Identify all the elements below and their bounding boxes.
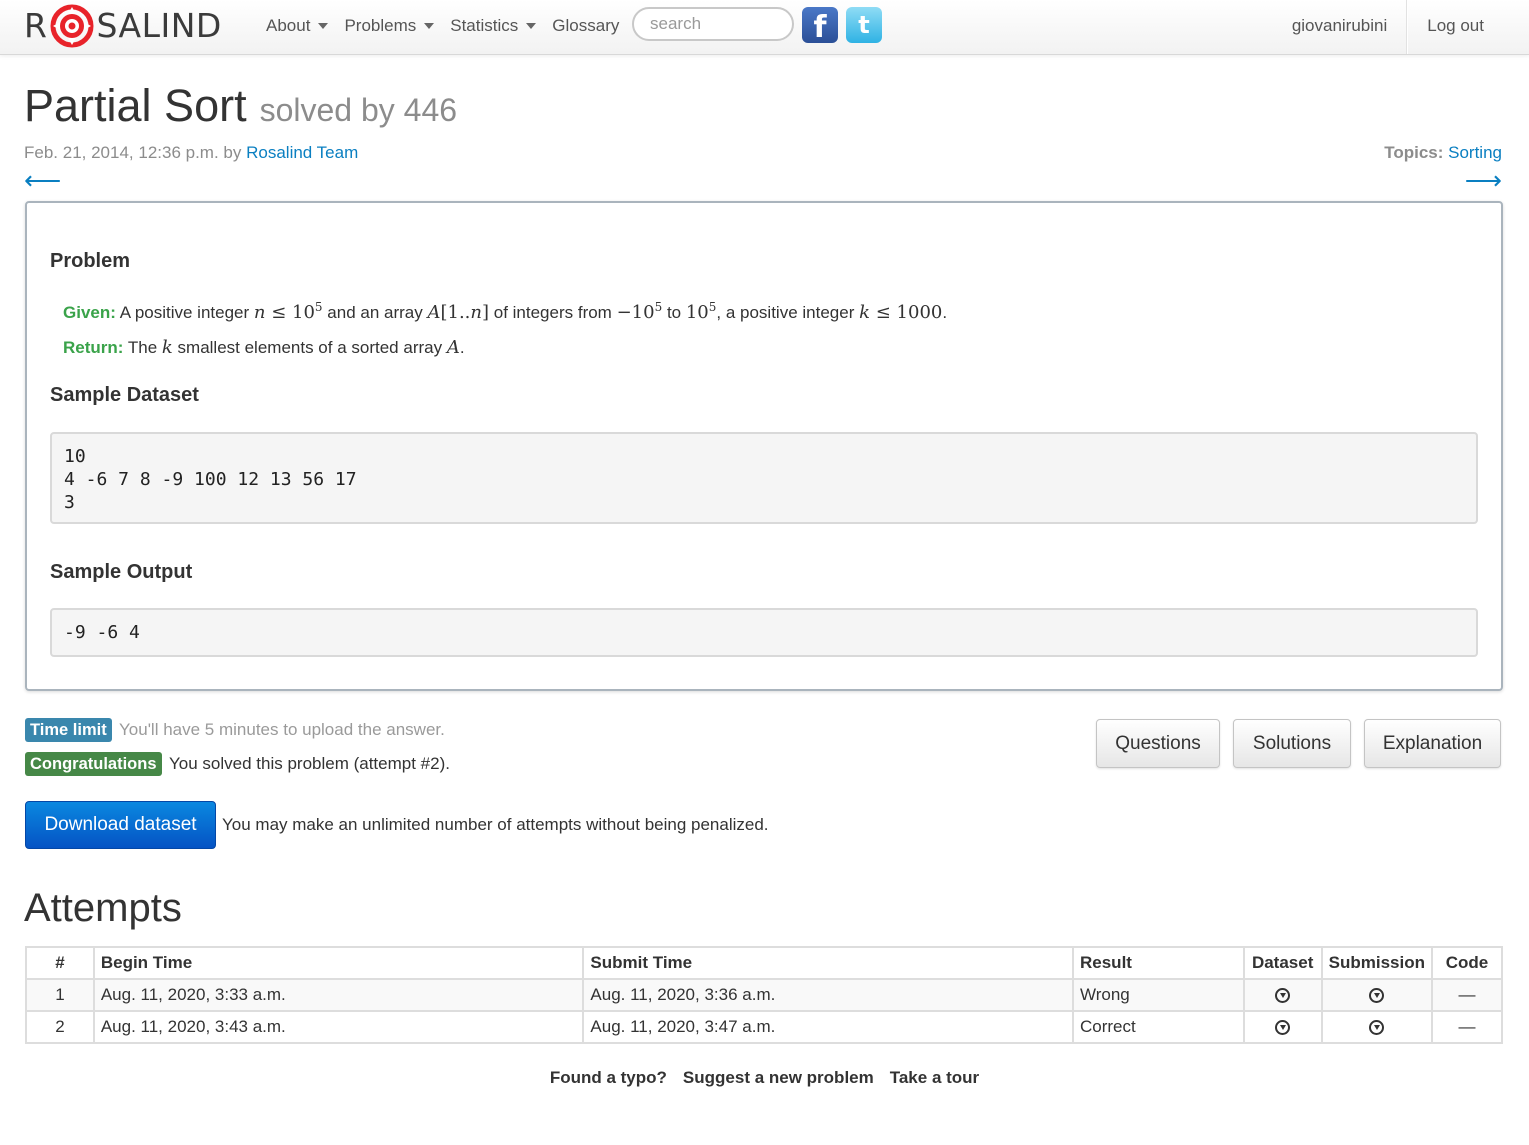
- problem-panel: Problem Given: A positive integer n ≤ 10…: [25, 201, 1503, 691]
- sample-dataset-box: 10 4 -6 7 8 -9 100 12 13 56 17 3: [50, 432, 1478, 524]
- nav-glossary-label: Glossary: [552, 16, 620, 35]
- download-circle-icon[interactable]: [1275, 988, 1291, 1004]
- download-dataset-button[interactable]: Download dataset: [25, 801, 216, 849]
- top-navbar: R SALIND About Problems Statistics Gloss…: [0, 0, 1529, 55]
- dataset-download-cell: [1242, 978, 1323, 1012]
- download-circle-icon[interactable]: [1369, 1020, 1385, 1036]
- return-statement: Return: The k smallest elements of a sor…: [63, 337, 465, 358]
- chevron-down-icon: [424, 23, 435, 29]
- page-title: Partial Sort: [24, 80, 247, 131]
- explanation-button[interactable]: Explanation: [1364, 719, 1501, 768]
- table-header-row: # Begin Time Submit Time Result Dataset …: [25, 946, 1503, 980]
- main-nav: About Problems Statistics Glossary: [258, 0, 627, 52]
- topics-label: Topics:: [1384, 143, 1444, 162]
- time-limit-text: You'll have 5 minutes to upload the answ…: [119, 720, 445, 739]
- facebook-icon: f: [813, 9, 827, 45]
- solved-count[interactable]: solved by 446: [260, 92, 457, 129]
- sample-output-heading: Sample Output: [50, 561, 193, 583]
- search-input[interactable]: [632, 7, 794, 41]
- attempt-result: Correct: [1072, 1010, 1245, 1044]
- attempt-begin-time: Aug. 11, 2020, 3:33 a.m.: [92, 978, 585, 1012]
- nav-about[interactable]: About: [258, 0, 336, 52]
- dataset-download-cell: [1242, 1010, 1323, 1044]
- nav-problems[interactable]: Problems: [336, 0, 442, 52]
- download-circle-icon[interactable]: [1275, 1020, 1291, 1036]
- attempt-code: —: [1431, 978, 1503, 1012]
- attempt-number: 2: [25, 1010, 95, 1044]
- footer-links: Found a typo? Suggest a new problem Take…: [0, 1068, 1529, 1088]
- attempt-submit-time: Aug. 11, 2020, 3:47 a.m.: [582, 1010, 1074, 1044]
- solutions-button[interactable]: Solutions: [1233, 719, 1351, 768]
- attempts-note: You may make an unlimited number of atte…: [222, 815, 769, 834]
- attempts-heading: Attempts: [24, 886, 182, 930]
- sample-dataset-heading: Sample Dataset: [50, 384, 199, 406]
- author-link[interactable]: Rosalind Team: [246, 143, 358, 162]
- sample-output-box: -9 -6 4: [50, 608, 1478, 657]
- problem-heading: Problem: [50, 250, 131, 272]
- col-header-submit-time: Submit Time: [582, 946, 1074, 980]
- time-limit-badge: Time limit: [25, 718, 112, 742]
- col-header-result: Result: [1072, 946, 1245, 980]
- site-brand[interactable]: R SALIND: [24, 2, 222, 50]
- twitter-button[interactable]: t: [846, 7, 882, 43]
- col-header-code: Code: [1431, 946, 1503, 980]
- brand-suffix: SALIND: [96, 6, 222, 45]
- nav-statistics[interactable]: Statistics: [442, 0, 544, 52]
- attempt-submit-time: Aug. 11, 2020, 3:36 a.m.: [582, 978, 1074, 1012]
- nav-glossary[interactable]: Glossary: [544, 0, 627, 52]
- publish-date: Feb. 21, 2014, 12:36 p.m. by: [24, 143, 242, 162]
- previous-problem-arrow-icon[interactable]: ⟵: [24, 165, 61, 195]
- attempt-result: Wrong: [1072, 978, 1245, 1012]
- logout-link[interactable]: Log out: [1407, 0, 1529, 54]
- table-row: 2 Aug. 11, 2020, 3:43 a.m. Aug. 11, 2020…: [25, 1010, 1503, 1044]
- user-menu: giovanirubini Log out: [1292, 0, 1529, 54]
- table-row: 1 Aug. 11, 2020, 3:33 a.m. Aug. 11, 2020…: [25, 978, 1503, 1012]
- col-header-begin-time: Begin Time: [92, 946, 585, 980]
- topic-link-sorting[interactable]: Sorting: [1448, 143, 1502, 162]
- nav-problems-label: Problems: [344, 16, 417, 35]
- col-header-number: #: [25, 946, 95, 980]
- col-header-dataset: Dataset: [1242, 946, 1323, 980]
- col-header-submission: Submission: [1320, 946, 1434, 980]
- rosalind-logo-icon: [50, 4, 94, 48]
- attempt-code: —: [1431, 1010, 1503, 1044]
- chevron-down-icon: [526, 23, 537, 29]
- congratulations-badge: Congratulations: [25, 752, 162, 776]
- facebook-button[interactable]: f: [802, 7, 838, 45]
- twitter-icon: t: [858, 11, 870, 39]
- topics: Topics: Sorting: [1384, 143, 1502, 163]
- take-tour-link[interactable]: Take a tour: [890, 1068, 979, 1088]
- submission-download-cell: [1320, 1010, 1434, 1044]
- attempt-number: 1: [25, 978, 95, 1012]
- chevron-down-icon: [318, 23, 329, 29]
- attempt-begin-time: Aug. 11, 2020, 3:43 a.m.: [92, 1010, 585, 1044]
- attempts-table: # Begin Time Submit Time Result Dataset …: [25, 946, 1503, 1044]
- next-problem-arrow-icon[interactable]: ⟶: [1465, 165, 1502, 195]
- nav-about-label: About: [266, 16, 311, 35]
- found-typo-link[interactable]: Found a typo?: [550, 1068, 667, 1088]
- username-link[interactable]: giovanirubini: [1292, 0, 1408, 54]
- questions-button[interactable]: Questions: [1096, 719, 1220, 768]
- download-circle-icon[interactable]: [1369, 988, 1385, 1004]
- given-label: Given:: [63, 303, 116, 322]
- given-statement: Given: A positive integer n ≤ 105 and an…: [63, 300, 948, 323]
- title-row: Partial Sort solved by 446: [24, 80, 457, 132]
- solved-status-text: You solved this problem (attempt #2).: [169, 754, 450, 773]
- nav-statistics-label: Statistics: [450, 16, 519, 35]
- suggest-problem-link[interactable]: Suggest a new problem: [683, 1068, 874, 1088]
- return-label: Return:: [63, 338, 124, 357]
- brand-prefix: R: [24, 6, 48, 45]
- problem-meta: Feb. 21, 2014, 12:36 p.m. by Rosalind Te…: [24, 143, 358, 163]
- submission-download-cell: [1320, 978, 1434, 1012]
